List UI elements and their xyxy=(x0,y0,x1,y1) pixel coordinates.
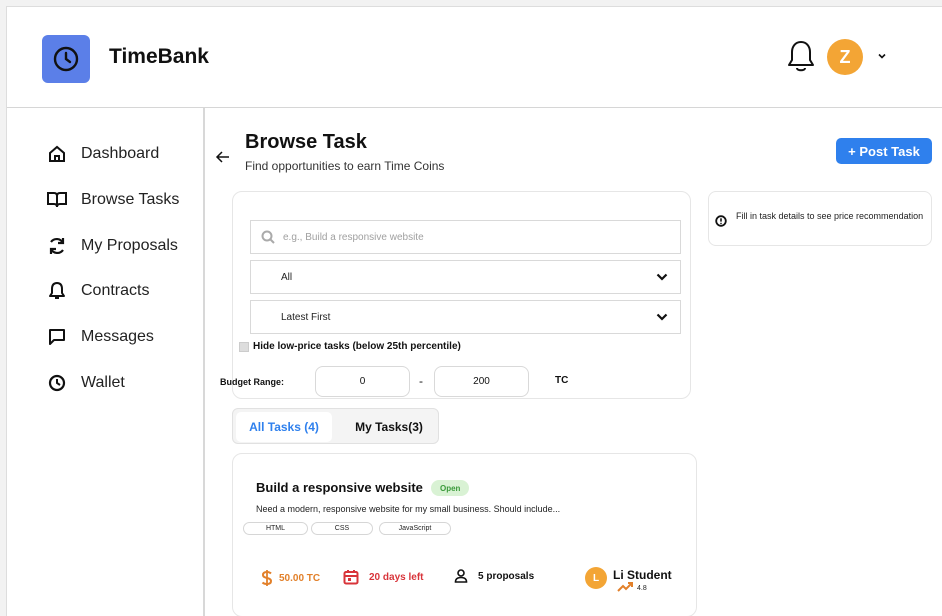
category-select-value: All xyxy=(281,271,293,283)
sidebar-item-label: Messages xyxy=(81,328,154,345)
clock-icon xyxy=(47,373,67,393)
post-task-button[interactable]: + Post Task xyxy=(836,138,932,164)
tab-my-tasks[interactable]: My Tasks(3) xyxy=(341,412,437,442)
page-subtitle: Find opportunities to earn Time Coins xyxy=(245,159,445,173)
task-price: 50.00 TC xyxy=(260,569,320,587)
hide-low-price-option[interactable]: Hide low-price tasks (below 25th percent… xyxy=(239,341,461,352)
task-title[interactable]: Build a responsive website xyxy=(256,480,423,495)
app-window: TimeBank Z Dashboard Browse Tasks My Pro… xyxy=(6,6,942,616)
sidebar-item-label: Browse Tasks xyxy=(81,191,180,208)
back-arrow-icon[interactable] xyxy=(215,150,231,164)
trending-up-icon xyxy=(617,582,633,592)
refresh-icon xyxy=(47,236,67,256)
skill-tag: JavaScript xyxy=(379,522,451,535)
status-badge: Open xyxy=(431,480,470,496)
sidebar-item-label: My Proposals xyxy=(81,237,178,254)
notification-bell-icon[interactable] xyxy=(785,38,817,74)
skill-tag: CSS xyxy=(311,522,373,535)
sidebar-item-label: Wallet xyxy=(81,374,125,391)
author-avatar[interactable]: L xyxy=(585,567,607,589)
book-icon xyxy=(47,190,67,210)
user-avatar[interactable]: Z xyxy=(827,39,863,75)
sidebar-item-browse-tasks[interactable]: Browse Tasks xyxy=(47,186,179,214)
app-name: TimeBank xyxy=(109,45,209,68)
page-title: Browse Task xyxy=(245,131,367,153)
logo[interactable] xyxy=(42,35,90,83)
sidebar-item-messages[interactable]: Messages xyxy=(47,323,154,351)
task-price-value: 50.00 TC xyxy=(279,572,321,584)
budget-min-input[interactable]: 0 xyxy=(315,366,410,397)
hide-low-price-checkbox[interactable] xyxy=(239,341,249,352)
sidebar: Dashboard Browse Tasks My Proposals Cont… xyxy=(7,108,205,616)
category-select[interactable]: All xyxy=(250,260,681,294)
author-rating: 4.8 xyxy=(637,585,647,592)
skill-tag: HTML xyxy=(243,522,308,535)
task-card[interactable]: Build a responsive website Open Need a m… xyxy=(232,453,697,616)
task-proposals-value: 5 proposals xyxy=(478,570,535,582)
sidebar-item-wallet[interactable]: Wallet xyxy=(47,369,125,397)
filter-panel: All Latest First Hide low-price tasks (b… xyxy=(220,191,691,399)
calendar-icon xyxy=(343,570,359,585)
author-name[interactable]: Li Student xyxy=(613,568,672,582)
chevron-down-icon[interactable] xyxy=(876,50,888,62)
task-proposals: 5 proposals xyxy=(454,569,534,583)
sidebar-item-label: Dashboard xyxy=(81,145,160,162)
sidebar-item-my-proposals[interactable]: My Proposals xyxy=(47,232,178,260)
clock-logo-icon xyxy=(53,46,79,72)
sort-select[interactable]: Latest First xyxy=(250,300,681,334)
user-icon xyxy=(454,569,468,583)
task-deadline: 20 days left xyxy=(343,569,423,585)
sort-select-value: Latest First xyxy=(281,311,331,323)
task-description: Need a modern, responsive website for my… xyxy=(256,504,561,514)
hide-low-price-label: Hide low-price tasks (below 25th percent… xyxy=(253,341,461,352)
price-recommendation-panel: Fill in task details to see price recomm… xyxy=(708,191,932,246)
dollar-icon xyxy=(261,570,273,586)
search-field[interactable] xyxy=(250,220,681,254)
budget-unit: TC xyxy=(555,375,569,386)
info-icon xyxy=(715,215,727,227)
budget-range-label: Budget Range: xyxy=(220,377,284,387)
sidebar-item-label: Contracts xyxy=(81,282,150,299)
top-header: TimeBank Z xyxy=(7,7,942,108)
chevron-down-icon xyxy=(656,313,668,321)
home-icon xyxy=(47,144,67,164)
budget-max-input[interactable]: 200 xyxy=(434,366,529,397)
sidebar-item-dashboard[interactable]: Dashboard xyxy=(47,140,159,168)
sidebar-item-contracts[interactable]: Contracts xyxy=(47,277,149,305)
bell-icon xyxy=(47,281,67,301)
task-tabs: All Tasks (4) My Tasks(3) xyxy=(232,408,439,444)
search-input[interactable] xyxy=(283,231,663,243)
chevron-down-icon xyxy=(656,273,668,281)
budget-range-separator: - xyxy=(419,374,423,388)
tab-all-tasks[interactable]: All Tasks (4) xyxy=(236,412,332,442)
price-recommendation-text: Fill in task details to see price recomm… xyxy=(736,211,924,221)
message-icon xyxy=(47,327,67,347)
search-icon xyxy=(261,230,275,244)
task-deadline-value: 20 days left xyxy=(369,571,424,583)
